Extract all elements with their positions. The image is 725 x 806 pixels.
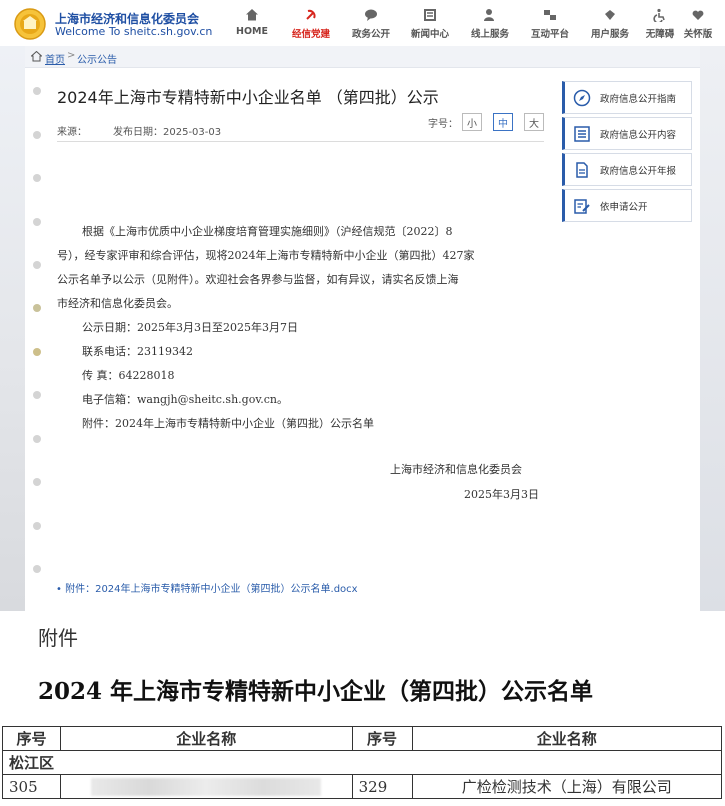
paragraph-line: 号），经专家评审和综合评估，现将2024年上海市专精特新中小企业（第四批）427… — [57, 249, 475, 262]
care-icon — [692, 10, 704, 20]
breadcrumb-current-link[interactable]: 公示公告 — [77, 51, 117, 66]
contact-phone: 联系电话：23119342 — [82, 345, 193, 358]
nav-government-affairs[interactable]: 政务公开 — [343, 8, 399, 40]
nav-care-version[interactable]: 关怀版 — [672, 8, 724, 40]
company-list-table: 序号 企业名称 序号 企业名称 松江区 305 329 广检检测技术（上海）有限… — [2, 726, 722, 799]
district-name: 松江区 — [2, 750, 722, 775]
site-logo-icon[interactable] — [14, 8, 46, 40]
table-row: 305 329 广检检测技术（上海）有限公司 — [2, 774, 722, 799]
diamond-icon — [605, 10, 615, 20]
interaction-icon — [544, 10, 556, 20]
compass-icon — [573, 89, 591, 106]
news-icon — [424, 9, 436, 21]
user-service-icon — [484, 9, 494, 21]
attachment-note: 附件：2024年上海市专精特新中小企业（第四批）公示名单 — [82, 417, 374, 430]
party-icon — [306, 9, 316, 20]
decor-dot — [33, 87, 41, 95]
background-decor-left — [0, 46, 25, 611]
font-size-small-button[interactable]: 小 — [462, 113, 482, 131]
nav-label: 线上服务 — [470, 29, 509, 40]
decor-dot — [33, 174, 41, 182]
nav-label: 用户服务 — [590, 29, 629, 40]
report-icon — [576, 161, 588, 178]
home-icon — [246, 9, 258, 21]
attachment-download-link[interactable]: • 附件：2024年上海市专精特新中小企业（第四批）公示名单.docx — [56, 580, 358, 595]
header-no: 序号 — [351, 726, 413, 751]
paragraph-line: 公示名单予以公示（见附件）。欢迎社会各界参与监督，如有异议，请实名反馈上海 — [57, 273, 459, 286]
decor-dot — [33, 391, 41, 399]
meta-divider — [57, 141, 544, 142]
breadcrumb: 首页 > 公示公告 — [25, 46, 700, 68]
accessibility-icon — [653, 8, 665, 22]
decor-dot — [33, 304, 41, 312]
paragraph-line: 市经济和信息化委员会。 — [57, 297, 178, 310]
nav-label: 经信党建 — [291, 29, 330, 40]
site-name-en[interactable]: Welcome To sheitc.sh.gov.cn — [55, 25, 212, 38]
sidebar-item-disclosure-guide[interactable]: 政府信息公开指南 — [562, 81, 692, 114]
header-no: 序号 — [2, 726, 61, 751]
decor-dot — [33, 261, 41, 269]
article-title: 2024年上海市专精特新中小企业名单 （第四批）公示 — [57, 88, 439, 107]
home-icon — [31, 51, 42, 62]
header-company-name: 企业名称 — [411, 726, 722, 751]
source-label: 来源： — [57, 127, 87, 138]
nav-label: 政务公开 — [351, 29, 390, 40]
nav-online-service[interactable]: 线上服务 — [462, 8, 518, 40]
nav-label: HOME — [236, 26, 268, 37]
sidebar-item-apply-disclosure[interactable]: 依申请公开 — [562, 189, 692, 222]
list-icon — [574, 125, 590, 142]
publish-date: 发布日期：2025-03-03 — [113, 127, 222, 138]
decor-dot — [33, 348, 41, 356]
sidebar-item-annual-report[interactable]: 政府信息公开年报 — [562, 153, 692, 186]
fax-number: 传 真：64228018 — [82, 369, 175, 382]
nav-interaction-platform[interactable]: 互动平台 — [522, 8, 578, 40]
company-name-redacted — [59, 774, 353, 799]
nav-user-service[interactable]: 用户服务 — [582, 8, 638, 40]
decor-dot — [33, 522, 41, 530]
nav-label: 新闻中心 — [410, 29, 449, 40]
sidebar-item-label: 依申请公开 — [600, 201, 648, 213]
nav-label: 互动平台 — [530, 29, 569, 40]
table-header-row: 序号 企业名称 序号 企业名称 — [2, 726, 722, 751]
decor-dot — [33, 218, 41, 226]
paragraph-line: 根据《上海市优质中小企业梯度培育管理实施细则》（沪经信规范〔2022〕8 — [82, 225, 453, 238]
font-size-medium-button[interactable]: 中 — [493, 113, 513, 131]
contact-email: 电子信箱：wangjh@sheitc.sh.gov.cn。 — [82, 393, 288, 406]
chat-icon — [365, 9, 377, 21]
company-name: 广检检测技术（上海）有限公司 — [411, 774, 722, 799]
decor-dot — [33, 565, 41, 573]
district-row: 松江区 — [2, 750, 722, 775]
background-decor-right — [700, 46, 725, 611]
notice-date: 公示日期：2025年3月3日至2025年3月7日 — [82, 321, 298, 334]
breadcrumb-separator: > — [67, 50, 76, 61]
signature-org: 上海市经济和信息化委员会 — [390, 463, 522, 476]
font-size-label: 字号： — [428, 118, 458, 130]
nav-home[interactable]: HOME — [224, 8, 280, 37]
apply-icon — [574, 198, 590, 214]
site-header: 上海市经济和信息化委员会 Welcome To sheitc.sh.gov.cn… — [0, 0, 725, 46]
font-size-control: 字号： 小 中 大 — [428, 113, 555, 131]
nav-label: 无障碍 — [645, 29, 675, 40]
article-meta: 来源： 发布日期：2025-03-03 — [57, 123, 221, 138]
sidebar-item-label: 政府信息公开内容 — [600, 129, 677, 141]
decor-dot — [33, 435, 41, 443]
document-title: 2024 年上海市专精特新中小企业（第四批）公示名单 — [38, 678, 594, 705]
decor-dot — [33, 131, 41, 139]
header-company-name: 企业名称 — [59, 726, 353, 751]
font-size-large-button[interactable]: 大 — [524, 113, 544, 131]
nav-label: 关怀版 — [683, 29, 713, 40]
decor-dot — [33, 478, 41, 486]
nav-party-building[interactable]: 经信党建 — [283, 8, 339, 40]
redacted-blur — [91, 778, 322, 796]
sidebar-item-label: 政府信息公开年报 — [600, 165, 677, 177]
attachment-heading: 附件 — [38, 626, 78, 650]
breadcrumb-home-link[interactable]: 首页 — [45, 51, 65, 66]
row-number: 305 — [2, 774, 61, 799]
sidebar-item-disclosure-content[interactable]: 政府信息公开内容 — [562, 117, 692, 150]
signature-date: 2025年3月3日 — [464, 488, 539, 501]
sidebar-item-label: 政府信息公开指南 — [600, 93, 677, 105]
nav-news-center[interactable]: 新闻中心 — [402, 8, 458, 40]
row-number: 329 — [351, 774, 413, 799]
